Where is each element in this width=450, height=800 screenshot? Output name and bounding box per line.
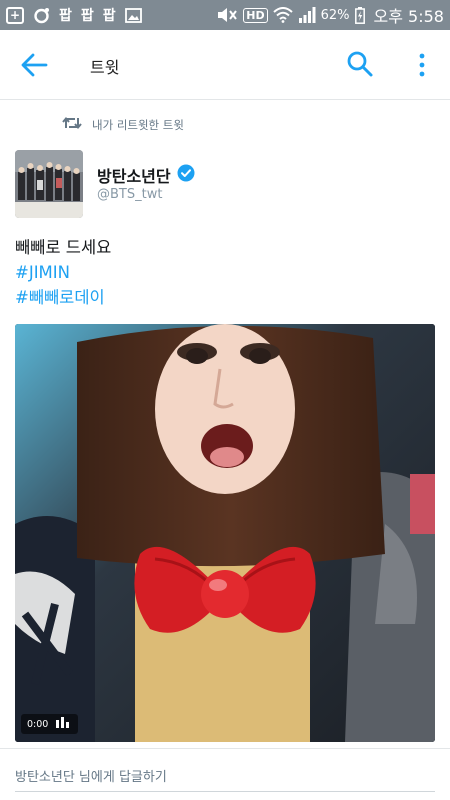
kakao-talk-icon: 팝	[59, 8, 72, 24]
kakao-talk-icon: 팝	[80, 8, 94, 24]
video-time-label: 0:00	[27, 718, 49, 730]
notification-icons: + 팝 팝 팝	[6, 5, 142, 25]
more-options-icon[interactable]	[414, 52, 430, 78]
author-display-name: 방탄소년단	[97, 167, 171, 186]
battery-charging-icon	[354, 6, 365, 24]
avatar[interactable]	[15, 150, 83, 218]
retweet-icon	[62, 116, 82, 133]
mute-icon	[216, 7, 238, 23]
status-clock: 오후 5:58	[373, 7, 444, 26]
author-name[interactable]: 방탄소년단	[97, 163, 195, 187]
kakao-talk-icon: 팝	[102, 8, 116, 24]
video-timestamp: 0:00	[21, 714, 79, 734]
system-icons: HD 62% 오후 5:58	[216, 3, 444, 27]
image-icon	[124, 7, 142, 23]
search-icon[interactable]	[346, 50, 374, 78]
back-arrow-icon[interactable]	[20, 52, 48, 78]
tweet-text-line: 빼빼로 드세요	[15, 238, 112, 257]
hashtag-link[interactable]: #빼빼로데이	[15, 285, 111, 310]
add-box-icon: +	[6, 6, 24, 24]
verified-badge-icon	[177, 164, 195, 186]
reply-input-underline	[15, 791, 435, 792]
retweet-context-label: 내가 리트윗한 트윗	[92, 117, 184, 132]
tweet-text: 빼빼로 드세요 #JIMIN #빼빼로데이	[15, 235, 111, 310]
signal-icon	[298, 7, 316, 23]
audio-levels-icon	[56, 717, 72, 731]
hashtag-link[interactable]: #JIMIN	[15, 260, 111, 285]
battery-percent: 62%	[320, 7, 350, 23]
hd-voice-icon: HD	[243, 7, 268, 23]
retweet-context: 내가 리트윗한 트윗	[62, 116, 184, 133]
status-bar: + 팝 팝 팝 HD 62% 오후 5:58	[0, 0, 450, 30]
video-frame	[15, 324, 435, 742]
page-title: 트윗	[90, 58, 120, 77]
reply-input[interactable]: 방탄소년단 님에게 답글하기	[15, 766, 167, 785]
author-handle[interactable]: @BTS_twt	[97, 187, 162, 202]
wifi-icon	[272, 7, 293, 23]
circle-o-icon	[33, 7, 50, 24]
app-bar: 트윗	[0, 30, 450, 100]
reply-bar: 방탄소년단 님에게 답글하기	[0, 748, 450, 800]
tweet-video[interactable]: 0:00	[15, 324, 435, 742]
